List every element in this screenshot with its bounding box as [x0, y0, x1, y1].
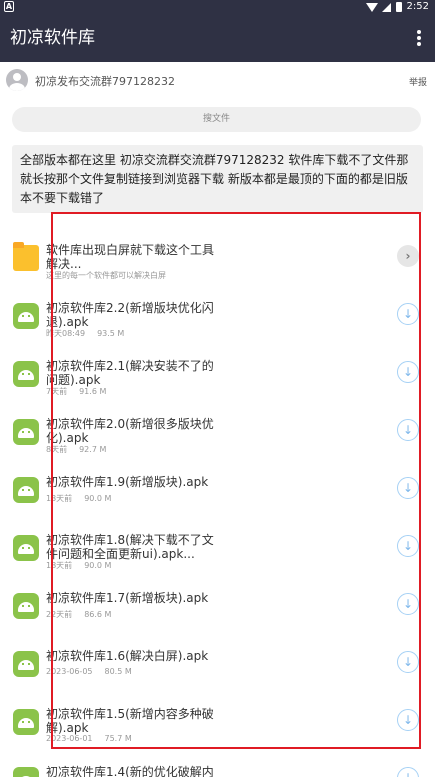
download-icon[interactable]: ↓ — [397, 709, 419, 731]
file-meta: 13天前 90.0 M — [46, 493, 111, 504]
file-date: 2023-06-05 — [46, 667, 93, 676]
file-title: 初凉软件库1.6(解决白屏).apk — [46, 649, 209, 663]
file-meta: 22天前 86.6 M — [46, 609, 111, 620]
file-date: 昨天08:49 — [46, 329, 86, 338]
notice-text: 全部版本都在这里 初凉交流群交流群797128232 软件库下载不了文件那就长按… — [12, 145, 423, 213]
download-icon[interactable]: ↓ — [397, 361, 419, 383]
file-meta: 2023-06-05 80.5 M — [46, 667, 132, 676]
file-title: 初凉软件库1.4(新的优化破解内 — [46, 765, 214, 777]
file-title: 软件库出现白屏就下载这个工具解决... — [46, 243, 215, 271]
status-time: 2:52 — [406, 1, 429, 12]
file-title: 初凉软件库1.8(解决下载不了文件问题和全面更新ui).apk... — [46, 533, 214, 561]
file-title: 初凉软件库2.1(解决安装不了的问题).apk — [46, 359, 214, 387]
notification-icon: A — [4, 1, 14, 12]
file-title: 初凉软件库1.7(新增板块).apk — [46, 591, 209, 605]
file-title: 初凉软件库1.5(新增内容多种破解).apk — [46, 707, 214, 735]
android-icon — [13, 535, 39, 561]
folder-icon — [13, 242, 39, 271]
file-meta: 18天前 90.0 M — [46, 560, 111, 571]
file-row[interactable]: 软件库出现白屏就下载这个工具解决... 这里的每一个软件都可以解决白屏 › — [0, 228, 435, 284]
file-size: 80.5 M — [104, 667, 132, 676]
file-date: 8天前 — [46, 445, 68, 454]
android-icon — [13, 593, 39, 619]
file-size: 90.0 M — [84, 494, 112, 503]
report-button[interactable]: 举报 — [409, 75, 427, 88]
chevron-right-icon[interactable]: › — [397, 245, 419, 267]
android-icon — [13, 651, 39, 677]
page-title: 初凉软件库 — [10, 28, 95, 48]
android-icon — [13, 419, 39, 445]
file-size: 92.7 M — [79, 445, 107, 454]
file-title: 初凉软件库2.2(新增版块优化闪退).apk — [46, 301, 214, 329]
file-row[interactable]: 初凉软件库2.2(新增版块优化闪退).apk 昨天08:49 93.5 M ↓ — [0, 286, 435, 342]
battery-icon — [395, 2, 402, 12]
download-icon[interactable]: ↓ — [397, 593, 419, 615]
file-size: 75.7 M — [104, 734, 132, 743]
uploader-name[interactable]: 初凉发布交流群797128232 — [35, 73, 175, 89]
file-meta: 7天前 91.6 M — [46, 386, 106, 397]
file-date: 这里的每一个软件都可以解决白屏 — [46, 271, 166, 280]
android-icon — [13, 477, 39, 503]
download-icon[interactable]: ↓ — [397, 419, 419, 441]
file-date: 13天前 — [46, 494, 73, 503]
status-bar: A 2:52 — [0, 0, 435, 14]
file-meta: 2023-06-01 75.7 M — [46, 734, 132, 743]
download-icon[interactable]: ↓ — [397, 477, 419, 499]
file-date: 18天前 — [46, 561, 73, 570]
download-icon[interactable]: ↓ — [397, 767, 419, 777]
file-size: 90.0 M — [84, 561, 112, 570]
avatar[interactable] — [6, 69, 28, 91]
file-row[interactable]: 初凉软件库1.5(新增内容多种破解).apk 2023-06-01 75.7 M … — [0, 692, 435, 748]
file-date: 7天前 — [46, 387, 68, 396]
download-icon[interactable]: ↓ — [397, 651, 419, 673]
file-row[interactable]: 初凉软件库1.9(新增版块).apk 13天前 90.0 M ↓ — [0, 460, 435, 516]
file-size: 86.6 M — [84, 610, 112, 619]
file-meta: 昨天08:49 93.5 M — [46, 328, 124, 339]
android-icon — [13, 361, 39, 387]
file-row[interactable]: 初凉软件库2.1(解决安装不了的问题).apk 7天前 91.6 M ↓ — [0, 344, 435, 400]
search-input[interactable]: 搜文件 — [12, 107, 421, 132]
file-size: 93.5 M — [97, 329, 125, 338]
file-meta: 8天前 92.7 M — [46, 444, 106, 455]
file-date: 22天前 — [46, 610, 73, 619]
file-row[interactable]: 初凉软件库1.4(新的优化破解内 ↓ — [0, 750, 435, 777]
file-date: 2023-06-01 — [46, 734, 93, 743]
app-bar: 初凉软件库 — [0, 14, 435, 62]
file-title: 初凉软件库1.9(新增版块).apk — [46, 475, 209, 489]
wifi-icon — [365, 2, 378, 12]
android-icon — [13, 303, 39, 329]
android-icon — [13, 767, 39, 777]
file-title: 初凉软件库2.0(新增很多版块优化).apk — [46, 417, 214, 445]
android-icon — [13, 709, 39, 735]
signal-icon — [381, 2, 391, 12]
file-size: 91.6 M — [79, 387, 107, 396]
download-icon[interactable]: ↓ — [397, 535, 419, 557]
file-row[interactable]: 初凉软件库1.8(解决下载不了文件问题和全面更新ui).apk... 18天前 9… — [0, 518, 435, 574]
file-row[interactable]: 初凉软件库1.6(解决白屏).apk 2023-06-05 80.5 M ↓ — [0, 634, 435, 690]
more-vert-icon[interactable] — [417, 30, 421, 46]
status-icons: 2:52 — [365, 0, 429, 14]
file-row[interactable]: 初凉软件库2.0(新增很多版块优化).apk 8天前 92.7 M ↓ — [0, 402, 435, 458]
download-icon[interactable]: ↓ — [397, 303, 419, 325]
uploader-row[interactable]: 初凉发布交流群797128232 举报 — [0, 62, 435, 98]
file-meta: 这里的每一个软件都可以解决白屏 — [46, 270, 166, 281]
file-row[interactable]: 初凉软件库1.7(新增板块).apk 22天前 86.6 M ↓ — [0, 576, 435, 632]
